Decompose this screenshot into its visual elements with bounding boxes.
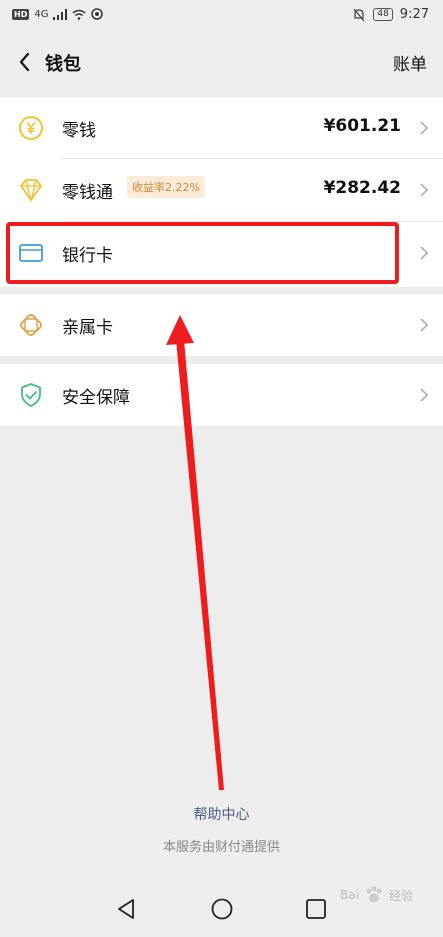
- mute-bell-icon: [353, 8, 365, 21]
- yuan-coin-icon: [19, 116, 43, 140]
- row-change[interactable]: 零钱 ¥601.21: [0, 97, 443, 159]
- annotation-highlight-box: [6, 222, 399, 284]
- clock: 9:27: [399, 7, 429, 22]
- change-amount: ¥601.21: [323, 116, 401, 136]
- change-plus-label: 零钱通: [62, 183, 113, 203]
- network-type: 4G: [34, 8, 49, 20]
- bill-button[interactable]: 账单: [393, 50, 427, 75]
- page-title: 钱包: [45, 54, 81, 75]
- nav-back-icon[interactable]: [114, 896, 140, 922]
- battery-indicator: 48: [373, 8, 393, 21]
- security-label: 安全保障: [62, 388, 130, 408]
- family-card-label: 亲属卡: [62, 318, 113, 338]
- watermark-brand: Bai: [340, 888, 359, 902]
- status-left: HD 4G: [12, 8, 104, 20]
- watermark: Bai 经验: [340, 884, 413, 906]
- row-change-plus[interactable]: 零钱通 ¥282.42: [0, 159, 443, 221]
- chevron-right-icon: [420, 246, 429, 260]
- row-security[interactable]: 安全保障: [0, 364, 443, 426]
- paw-icon: [366, 886, 382, 903]
- service-provider-text: 本服务由财付通提供: [162, 840, 280, 855]
- back-arrow-icon[interactable]: [14, 50, 38, 74]
- chevron-right-icon: [420, 121, 429, 135]
- shield-check-icon: [21, 383, 41, 407]
- status-right: 48 9:27: [352, 7, 429, 22]
- signal-icon: [53, 8, 68, 20]
- help-center-link[interactable]: 帮助中心: [0, 804, 443, 824]
- chevron-right-icon: [420, 318, 429, 332]
- chevron-right-icon: [420, 388, 429, 402]
- diamond-icon: [20, 179, 42, 203]
- nav-recents-icon[interactable]: [303, 896, 329, 922]
- status-bar: HD 4G 48 9:27: [0, 0, 443, 32]
- change-plus-amount: ¥282.42: [323, 178, 401, 198]
- header: 钱包 账单: [0, 32, 443, 92]
- data-saver-icon: [91, 8, 104, 20]
- wifi-icon: [72, 9, 86, 20]
- change-label: 零钱: [62, 121, 96, 141]
- family-card-icon: [20, 314, 42, 336]
- hd-badge: HD: [12, 8, 30, 20]
- chevron-right-icon: [420, 183, 429, 197]
- nav-home-icon[interactable]: [209, 896, 235, 922]
- watermark-suffix: 经验: [388, 888, 413, 903]
- yield-rate-badge: 收益率2.22%: [127, 176, 205, 198]
- row-family-card[interactable]: 亲属卡: [0, 294, 443, 356]
